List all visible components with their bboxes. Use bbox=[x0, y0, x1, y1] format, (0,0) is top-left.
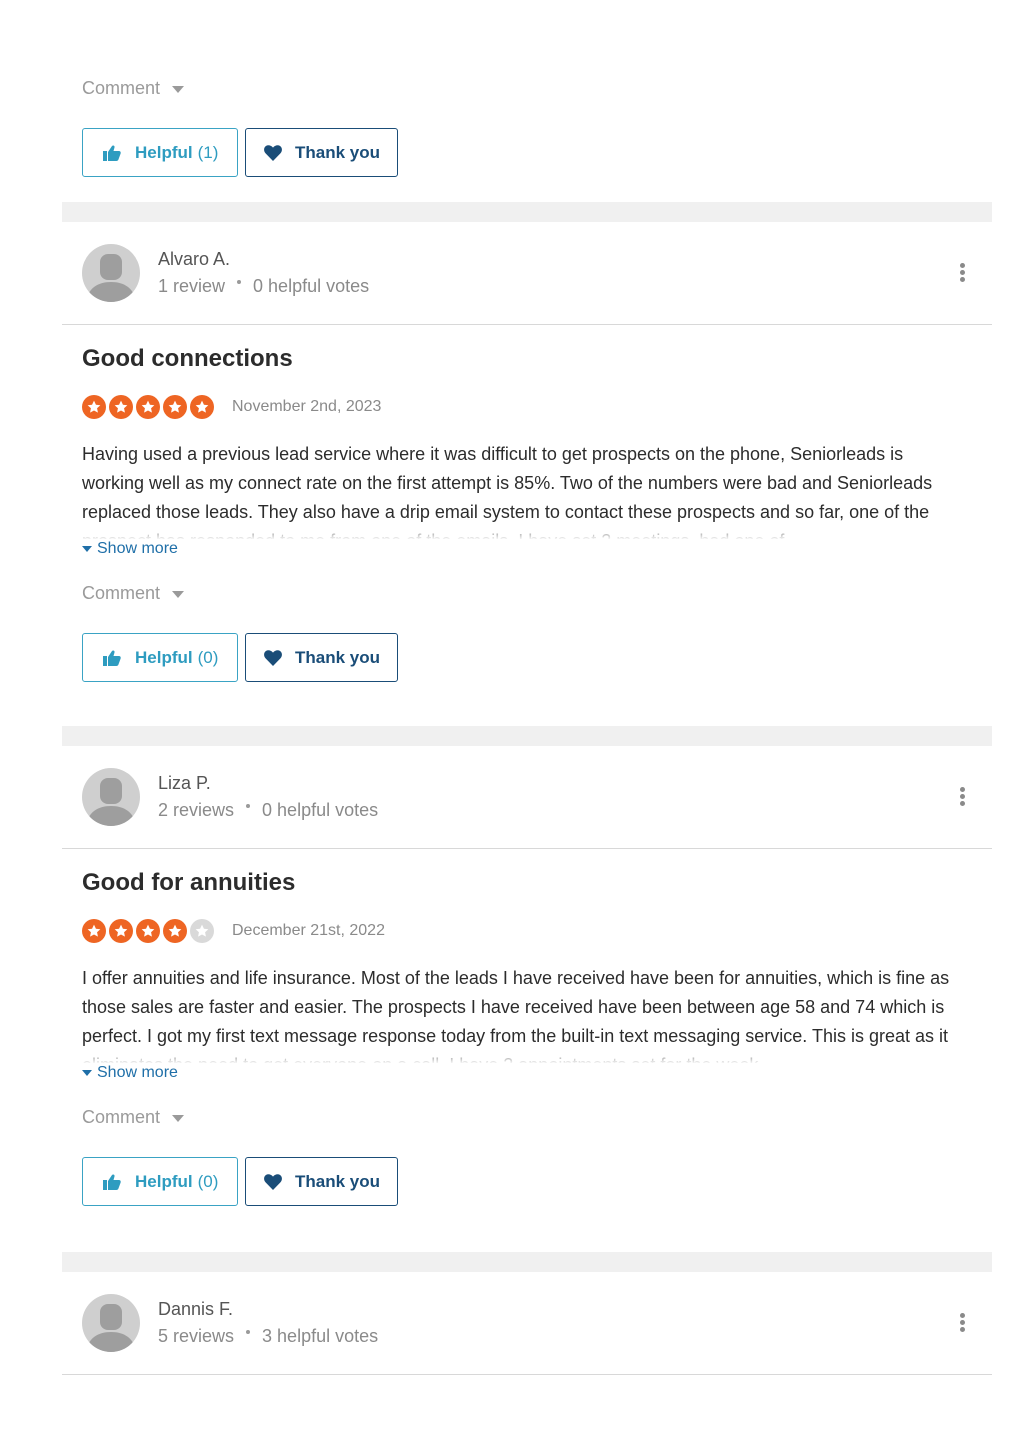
helpful-count: (0) bbox=[197, 647, 219, 667]
helpful-votes: 0 helpful votes bbox=[262, 800, 379, 820]
thumbs-up-icon bbox=[103, 650, 121, 666]
reviewer-name[interactable]: Alvaro A. bbox=[158, 246, 369, 272]
star-icon bbox=[82, 919, 106, 943]
rating-row: November 2nd, 2023 bbox=[62, 394, 992, 420]
star-icon bbox=[136, 919, 160, 943]
comment-label: Comment bbox=[82, 1106, 161, 1127]
show-more-label: Show more bbox=[97, 540, 178, 557]
thank-you-button[interactable]: Thank you bbox=[245, 1157, 398, 1206]
caret-down-icon[interactable] bbox=[172, 1114, 185, 1122]
thank-you-button[interactable]: Thank you bbox=[245, 128, 398, 177]
star-icon bbox=[136, 395, 160, 419]
review-card: Dannis F. 5 reviews 3 helpful votes bbox=[62, 1272, 992, 1392]
star-icon bbox=[163, 395, 187, 419]
reviewer-header: Dannis F. 5 reviews 3 helpful votes bbox=[62, 1272, 992, 1375]
kebab-menu-icon[interactable] bbox=[960, 787, 966, 808]
review-text: I offer annuities and life insurance. Mo… bbox=[62, 964, 992, 1063]
review-count: 5 reviews bbox=[158, 1326, 235, 1346]
helpful-button[interactable]: Helpful (0) bbox=[82, 633, 238, 682]
thank-you-button[interactable]: Thank you bbox=[245, 633, 398, 682]
show-more-link[interactable]: Show more bbox=[62, 539, 992, 559]
review-card: Alvaro A. 1 review 0 helpful votes Good … bbox=[62, 222, 992, 726]
reviewer-info: Alvaro A. 1 review 0 helpful votes bbox=[158, 246, 369, 300]
helpful-votes: 0 helpful votes bbox=[253, 276, 370, 296]
heart-icon bbox=[264, 144, 282, 161]
review-title: Good for annuities bbox=[82, 869, 296, 896]
user-placeholder-icon bbox=[82, 244, 140, 302]
show-more-link[interactable]: Show more bbox=[62, 1063, 992, 1083]
review-date: November 2nd, 2023 bbox=[232, 398, 382, 415]
helpful-button[interactable]: Helpful (1) bbox=[82, 128, 238, 177]
reviewer-meta: 5 reviews 3 helpful votes bbox=[158, 1322, 378, 1350]
review-count: 2 reviews bbox=[158, 800, 235, 820]
card-separator bbox=[62, 1252, 992, 1272]
helpful-button[interactable]: Helpful (0) bbox=[82, 1157, 238, 1206]
comment-toggle[interactable]: Comment bbox=[62, 577, 992, 609]
card-separator bbox=[62, 726, 992, 746]
heart-icon bbox=[264, 1173, 282, 1190]
star-icon bbox=[190, 919, 214, 943]
caret-down-icon[interactable] bbox=[172, 590, 185, 598]
kebab-menu-icon[interactable] bbox=[960, 1313, 966, 1334]
review-actions: Helpful (0) Thank you bbox=[62, 1157, 992, 1206]
separator-dot bbox=[237, 280, 242, 284]
helpful-label: Helpful bbox=[135, 647, 193, 667]
caret-down-icon bbox=[82, 1070, 92, 1076]
user-placeholder-icon bbox=[82, 768, 140, 826]
star-icon bbox=[82, 395, 106, 419]
reviewer-name[interactable]: Dannis F. bbox=[158, 1296, 378, 1322]
separator-dot bbox=[246, 1330, 251, 1334]
card-separator bbox=[62, 202, 992, 222]
star-rating bbox=[82, 919, 214, 943]
review-card-previous: Comment Helpful (1) Thank you bbox=[62, 0, 992, 202]
reviewer-header: Liza P. 2 reviews 0 helpful votes bbox=[62, 746, 992, 849]
user-placeholder-icon bbox=[82, 1294, 140, 1352]
kebab-menu-icon[interactable] bbox=[960, 263, 966, 284]
rating-row: December 21st, 2022 bbox=[62, 918, 992, 944]
show-more-label: Show more bbox=[97, 1064, 178, 1081]
review-text: Having used a previous lead service wher… bbox=[62, 440, 992, 539]
review-actions: Helpful (1) Thank you bbox=[62, 128, 992, 177]
comment-label: Comment bbox=[82, 582, 161, 603]
star-icon bbox=[109, 395, 133, 419]
thank-you-label: Thank you bbox=[295, 1171, 381, 1191]
thumbs-up-icon bbox=[103, 1174, 121, 1190]
avatar[interactable] bbox=[82, 244, 140, 302]
star-icon bbox=[163, 919, 187, 943]
review-count: 1 review bbox=[158, 276, 226, 296]
thumbs-up-icon bbox=[103, 145, 121, 161]
separator-dot bbox=[246, 804, 251, 808]
reviewer-name[interactable]: Liza P. bbox=[158, 770, 378, 796]
reviewer-info: Liza P. 2 reviews 0 helpful votes bbox=[158, 770, 378, 824]
star-icon bbox=[190, 395, 214, 419]
avatar[interactable] bbox=[82, 768, 140, 826]
thank-you-label: Thank you bbox=[295, 142, 381, 162]
caret-down-icon bbox=[82, 546, 92, 552]
heart-icon bbox=[264, 649, 282, 666]
reviewer-meta: 2 reviews 0 helpful votes bbox=[158, 796, 378, 824]
helpful-votes: 3 helpful votes bbox=[262, 1326, 379, 1346]
avatar[interactable] bbox=[82, 1294, 140, 1352]
reviewer-header: Alvaro A. 1 review 0 helpful votes bbox=[62, 222, 992, 325]
review-feed: Comment Helpful (1) Thank you Alvaro A. … bbox=[62, 0, 992, 1392]
review-date: December 21st, 2022 bbox=[232, 922, 385, 939]
star-rating bbox=[82, 395, 214, 419]
reviewer-meta: 1 review 0 helpful votes bbox=[158, 272, 369, 300]
helpful-count: (1) bbox=[197, 142, 219, 162]
comment-label: Comment bbox=[82, 77, 161, 98]
comment-toggle[interactable]: Comment bbox=[62, 1101, 992, 1133]
review-actions: Helpful (0) Thank you bbox=[62, 633, 992, 682]
reviewer-info: Dannis F. 5 reviews 3 helpful votes bbox=[158, 1296, 378, 1350]
helpful-count: (0) bbox=[197, 1171, 219, 1191]
helpful-label: Helpful bbox=[135, 1171, 193, 1191]
caret-down-icon[interactable] bbox=[172, 85, 185, 93]
review-title: Good connections bbox=[82, 345, 293, 372]
comment-toggle[interactable]: Comment bbox=[62, 72, 992, 104]
star-icon bbox=[109, 919, 133, 943]
thank-you-label: Thank you bbox=[295, 647, 381, 667]
helpful-label: Helpful bbox=[135, 142, 193, 162]
review-card: Liza P. 2 reviews 0 helpful votes Good f… bbox=[62, 746, 992, 1252]
